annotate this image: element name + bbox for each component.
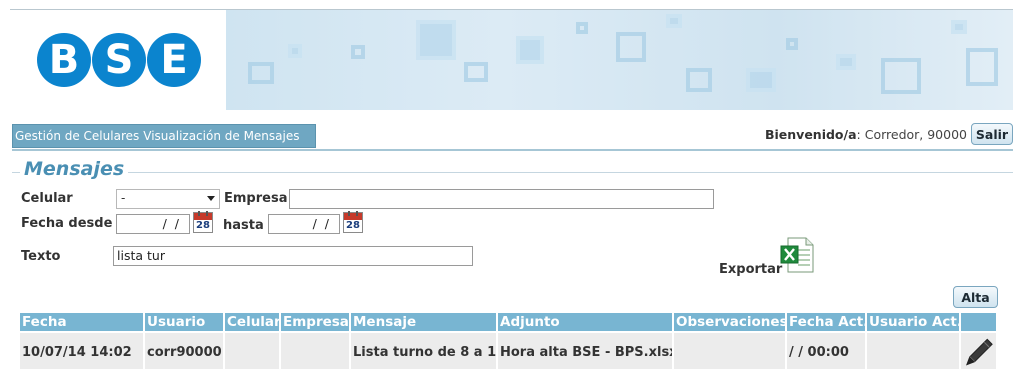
column-header-mensaje[interactable]: Mensaje [351,313,496,331]
calendar-icon[interactable]: 28 [343,211,363,233]
calendar-day: 28 [346,220,360,231]
logo-letter-e: E [147,33,201,87]
add-button[interactable]: Alta [953,286,998,308]
cell-empresa [281,333,349,369]
welcome-label: Bienvenido/a [764,127,857,142]
column-header-fecha-act[interactable]: Fecha Act. [787,313,865,331]
nav-gestion-celulares[interactable]: Gestión de Celulares [15,129,139,143]
column-header-adjunto[interactable]: Adjunto [498,313,672,331]
texto-input[interactable]: lista tur [113,246,473,266]
celular-label: Celular [21,191,73,206]
logo-letter-b: B [37,33,91,87]
pencil-icon[interactable] [961,335,996,369]
chevron-down-icon [207,196,215,201]
logout-button[interactable]: Salir [971,123,1013,145]
table-row[interactable]: 10/07/14 14:02 corr90000 Lista turno de … [20,333,998,369]
calendar-icon[interactable]: 28 [193,211,213,233]
fecha-desde-input[interactable]: / / [116,214,190,234]
user-name: : Corredor, 90000 [856,127,967,142]
excel-icon[interactable] [780,237,814,273]
celular-selected-value: - [121,191,126,205]
logo-letter-s: S [92,33,146,87]
cell-usuario-act [867,333,959,369]
hasta-input[interactable]: / / [268,214,340,234]
banner-pattern [226,10,1013,110]
calendar-day: 28 [196,220,210,231]
cell-fecha-act: / / 00:00 [787,333,865,369]
cell-observaciones [674,333,785,369]
empresa-label: Empresa [224,191,288,206]
cell-fecha: 10/07/14 14:02 [20,333,143,369]
hasta-label: hasta [223,218,264,233]
fecha-desde-label: Fecha desde [21,216,113,231]
table-header: Fecha Usuario Celular Empresa Mensaje Ad… [20,313,998,331]
nav-divider [12,149,1013,151]
fieldset-legend: Mensajes [20,158,129,180]
cell-actions [961,333,996,369]
texto-label: Texto [21,249,61,264]
cell-adjunto[interactable]: Hora alta BSE - BPS.xlsx [498,333,672,369]
bse-logo: B S E [37,33,201,87]
column-header-observaciones[interactable]: Observaciones [674,313,785,331]
nav-visualizacion-mensajes[interactable]: Visualización de Mensajes [143,129,299,143]
column-header-actions [961,313,996,331]
celular-select[interactable]: - [116,189,220,209]
column-header-usuario[interactable]: Usuario [145,313,223,331]
header-banner: B S E [10,10,1013,110]
cell-usuario: corr90000 [145,333,223,369]
column-header-fecha[interactable]: Fecha [20,313,143,331]
fieldset-border [12,172,1013,173]
empresa-input[interactable] [289,189,714,209]
column-header-empresa[interactable]: Empresa [281,313,349,331]
column-header-celular[interactable]: Celular [225,313,279,331]
main-nav: Gestión de Celulares Visualización de Me… [12,124,316,148]
cell-mensaje: Lista turno de 8 a 16 [351,333,496,369]
export-label[interactable]: Exportar [719,262,782,277]
messages-table: Fecha Usuario Celular Empresa Mensaje Ad… [20,313,998,369]
cell-celular [225,333,279,369]
column-header-usuario-act[interactable]: Usuario Act. [867,313,959,331]
welcome-text: Bienvenido/a: Corredor, 90000 [765,127,967,142]
